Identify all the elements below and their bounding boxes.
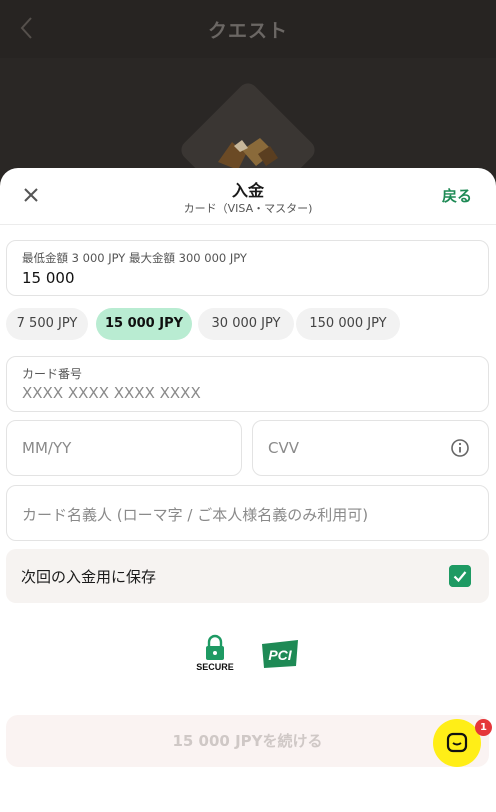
- expiry-input[interactable]: MM/YY: [22, 439, 71, 457]
- chat-badge: 1: [475, 719, 492, 736]
- expiry-field[interactable]: MM/YY: [6, 420, 242, 476]
- secure-lock-icon: SECURE: [196, 634, 234, 672]
- continue-button[interactable]: 15 000 JPYを続ける: [6, 715, 489, 767]
- secure-badge-text: SECURE: [196, 662, 234, 672]
- save-card-label: 次回の入金用に保存: [21, 568, 157, 586]
- amount-input[interactable]: 15 000: [22, 269, 75, 287]
- cvv-input[interactable]: CVV: [268, 439, 299, 457]
- sheet-header: 入金 カード（VISA・マスター) 戻る: [0, 168, 496, 225]
- chat-icon: [446, 732, 468, 753]
- pci-icon: PCI: [262, 640, 298, 668]
- card-number-input[interactable]: XXXX XXXX XXXX XXXX: [22, 384, 201, 402]
- save-card-row[interactable]: 次回の入金用に保存: [6, 549, 489, 603]
- chat-button[interactable]: [433, 719, 481, 767]
- back-button[interactable]: 戻る: [442, 185, 472, 206]
- chip-30000[interactable]: 30 000 JPY: [198, 308, 294, 340]
- pci-badge-text: PCI: [268, 647, 292, 663]
- background-page-title: クエスト: [207, 20, 288, 42]
- cardholder-field[interactable]: カード名義人 (ローマ字 / ご本人様名義のみ利用可): [6, 485, 489, 541]
- chip-7500[interactable]: 7 500 JPY: [6, 308, 88, 340]
- save-card-checkbox[interactable]: [449, 565, 471, 587]
- amount-limits-label: 最低金額 3 000 JPY 最大金額 300 000 JPY: [22, 251, 247, 265]
- background-header: クエスト: [0, 0, 496, 58]
- chip-150000[interactable]: 150 000 JPY: [296, 308, 400, 340]
- card-number-label: カード番号: [22, 367, 83, 381]
- sheet-subtitle: カード（VISA・マスター): [183, 202, 313, 215]
- sheet-title: 入金: [231, 181, 264, 200]
- amount-field[interactable]: 最低金額 3 000 JPY 最大金額 300 000 JPY 15 000: [6, 240, 489, 296]
- cardholder-input[interactable]: カード名義人 (ローマ字 / ご本人様名義のみ利用可): [22, 504, 368, 525]
- quest-art-icon: [218, 138, 278, 170]
- cvv-field[interactable]: CVV: [252, 420, 489, 476]
- deposit-sheet: 入金 カード（VISA・マスター) 戻る 最低金額 3 000 JPY 最大金額…: [0, 168, 496, 812]
- info-icon[interactable]: [450, 438, 470, 458]
- chip-15000[interactable]: 15 000 JPY: [96, 308, 192, 340]
- card-number-field[interactable]: カード番号 XXXX XXXX XXXX XXXX: [6, 356, 489, 412]
